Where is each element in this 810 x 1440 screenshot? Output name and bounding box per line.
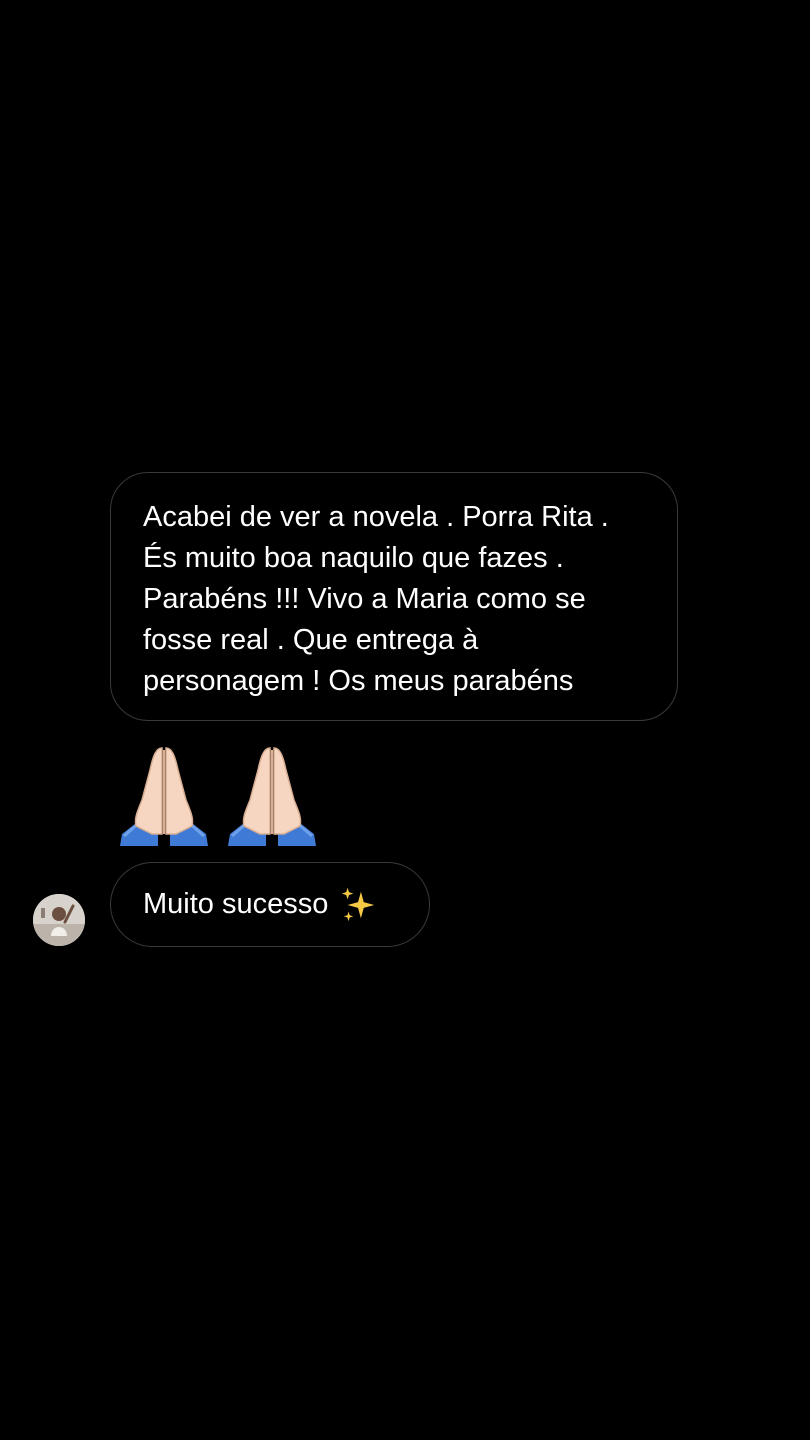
emoji-message[interactable] bbox=[112, 742, 342, 850]
message-text-line: Acabei de ver a novela . Porra Rita . bbox=[143, 501, 609, 533]
sparkles-icon bbox=[342, 887, 375, 921]
message-bubble[interactable]: Acabei de ver a novela . Porra Rita . És… bbox=[110, 472, 678, 721]
message-text: Muito sucesso bbox=[143, 888, 329, 920]
message-text-line: És muito boa naquilo que fazes . bbox=[143, 542, 564, 574]
message-thread: Acabei de ver a novela . Porra Rita . És… bbox=[0, 0, 810, 1440]
message-bubble[interactable]: Muito sucesso bbox=[110, 862, 430, 947]
message-text-line: personagem ! Os meus parabéns bbox=[143, 665, 574, 697]
folded-hands-icon bbox=[228, 747, 316, 846]
folded-hands-icon bbox=[120, 747, 208, 846]
message-text-line: Parabéns !!! Vivo a Maria como se bbox=[143, 583, 586, 615]
avatar[interactable] bbox=[33, 894, 85, 946]
message-text-line: fosse real . Que entrega à bbox=[143, 624, 479, 656]
